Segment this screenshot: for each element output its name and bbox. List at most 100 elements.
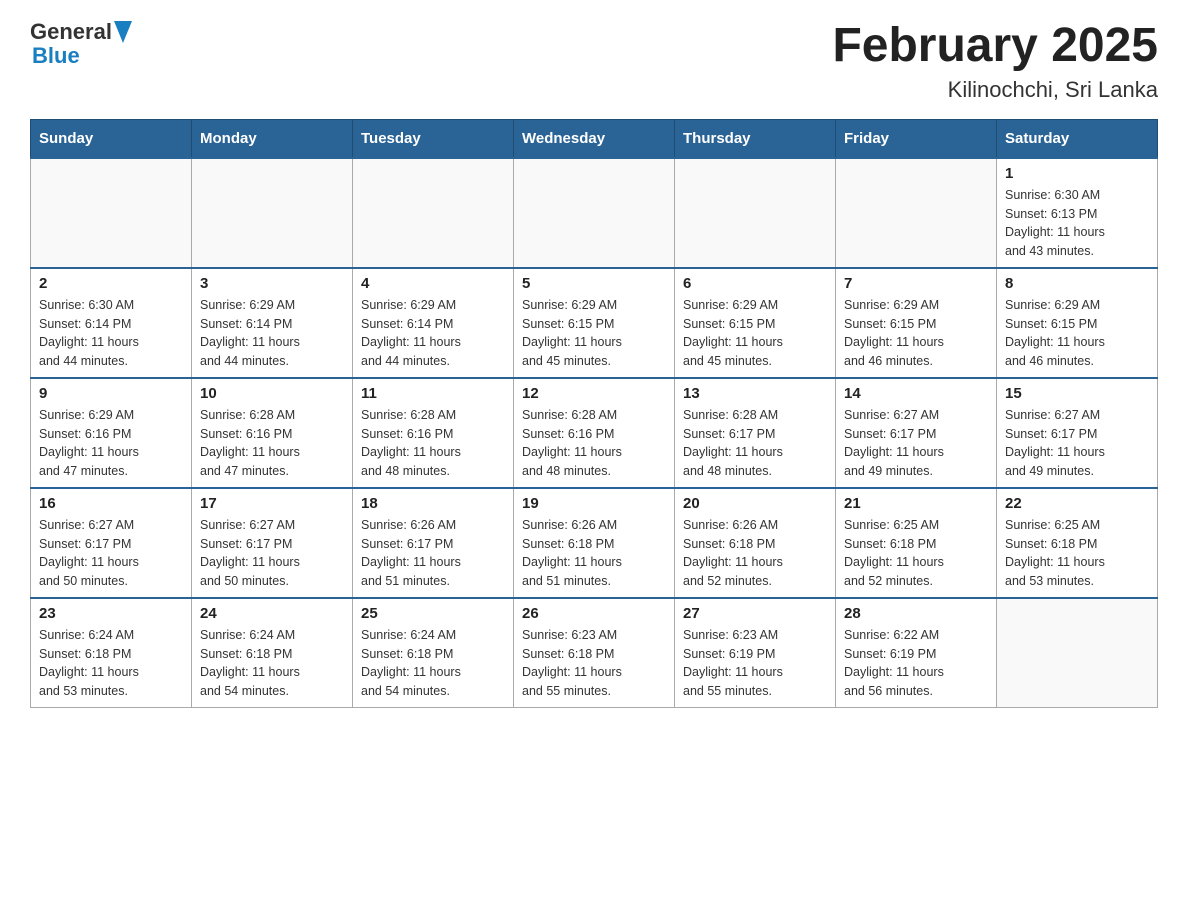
day-info: Sunrise: 6:26 AM Sunset: 6:17 PM Dayligh…: [361, 516, 505, 591]
day-info: Sunrise: 6:27 AM Sunset: 6:17 PM Dayligh…: [200, 516, 344, 591]
calendar-cell: 3Sunrise: 6:29 AM Sunset: 6:14 PM Daylig…: [192, 268, 353, 378]
calendar-cell: 20 Sunrise: 6:26 AM Sunset: 6:18 PM Dayli…: [675, 488, 836, 598]
calendar-cell: [31, 158, 192, 268]
calendar-cell: 7Sunrise: 6:29 AM Sunset: 6:15 PM Daylig…: [836, 268, 997, 378]
calendar-cell: [192, 158, 353, 268]
calendar-cell: 4 Sunrise: 6:29 AM Sunset: 6:14 PM Daylig…: [353, 268, 514, 378]
calendar-cell: 25Sunrise: 6:24 AM Sunset: 6:18 PM Dayli…: [353, 598, 514, 708]
title-block: February 2025 Kilinochchi, Sri Lanka: [832, 20, 1158, 103]
calendar-cell: 28 Sunrise: 6:22 AM Sunset: 6:19 PM Dayli…: [836, 598, 997, 708]
day-info: Sunrise: 6:29 AM Sunset: 6:14 PM Dayligh…: [361, 296, 505, 371]
logo-triangle-icon: [114, 21, 132, 43]
calendar-cell: 2 Sunrise: 6:30 AM Sunset: 6:14 PM Daylig…: [31, 268, 192, 378]
day-number: 24: [200, 605, 344, 622]
calendar-cell: [514, 158, 675, 268]
calendar-cell: 16 Sunrise: 6:27 AM Sunset: 6:17 PM Dayli…: [31, 488, 192, 598]
calendar-cell: 15 Sunrise: 6:27 AM Sunset: 6:17 PM Dayli…: [997, 378, 1158, 488]
calendar-table: SundayMondayTuesdayWednesdayThursdayFrid…: [30, 119, 1158, 708]
day-number: 28: [844, 605, 988, 622]
calendar-header-sunday: Sunday: [31, 119, 192, 158]
day-number: 16: [39, 495, 183, 512]
day-number: 8: [1005, 275, 1149, 292]
day-info: Sunrise: 6:27 AM Sunset: 6:17 PM Dayligh…: [1005, 406, 1149, 481]
day-info: Sunrise: 6:29 AM Sunset: 6:15 PM Dayligh…: [844, 296, 988, 371]
calendar-cell: 10 Sunrise: 6:28 AM Sunset: 6:16 PM Dayli…: [192, 378, 353, 488]
week-row-2: 2 Sunrise: 6:30 AM Sunset: 6:14 PM Daylig…: [31, 268, 1158, 378]
day-info: Sunrise: 6:26 AM Sunset: 6:18 PM Dayligh…: [683, 516, 827, 591]
day-number: 23: [39, 605, 183, 622]
calendar-cell: [353, 158, 514, 268]
logo-blue-text: Blue: [32, 44, 132, 68]
day-info: Sunrise: 6:23 AM Sunset: 6:18 PM Dayligh…: [522, 626, 666, 701]
day-number: 9: [39, 385, 183, 402]
calendar-header-friday: Friday: [836, 119, 997, 158]
day-number: 15: [1005, 385, 1149, 402]
calendar-cell: 11Sunrise: 6:28 AM Sunset: 6:16 PM Dayli…: [353, 378, 514, 488]
calendar-header-row: SundayMondayTuesdayWednesdayThursdayFrid…: [31, 119, 1158, 158]
day-info: Sunrise: 6:30 AM Sunset: 6:13 PM Dayligh…: [1005, 186, 1149, 261]
day-info: Sunrise: 6:29 AM Sunset: 6:16 PM Dayligh…: [39, 406, 183, 481]
calendar-cell: 18 Sunrise: 6:26 AM Sunset: 6:17 PM Dayli…: [353, 488, 514, 598]
day-info: Sunrise: 6:30 AM Sunset: 6:14 PM Dayligh…: [39, 296, 183, 371]
page-subtitle: Kilinochchi, Sri Lanka: [832, 77, 1158, 103]
page-title: February 2025: [832, 20, 1158, 73]
calendar-cell: 6Sunrise: 6:29 AM Sunset: 6:15 PM Daylig…: [675, 268, 836, 378]
calendar-cell: 12Sunrise: 6:28 AM Sunset: 6:16 PM Dayli…: [514, 378, 675, 488]
day-info: Sunrise: 6:26 AM Sunset: 6:18 PM Dayligh…: [522, 516, 666, 591]
day-number: 21: [844, 495, 988, 512]
day-info: Sunrise: 6:25 AM Sunset: 6:18 PM Dayligh…: [1005, 516, 1149, 591]
day-number: 27: [683, 605, 827, 622]
day-number: 1: [1005, 165, 1149, 182]
calendar-cell: 8 Sunrise: 6:29 AM Sunset: 6:15 PM Daylig…: [997, 268, 1158, 378]
day-info: Sunrise: 6:29 AM Sunset: 6:14 PM Dayligh…: [200, 296, 344, 371]
calendar-cell: [675, 158, 836, 268]
day-info: Sunrise: 6:24 AM Sunset: 6:18 PM Dayligh…: [39, 626, 183, 701]
calendar-header-tuesday: Tuesday: [353, 119, 514, 158]
day-info: Sunrise: 6:24 AM Sunset: 6:18 PM Dayligh…: [200, 626, 344, 701]
day-number: 18: [361, 495, 505, 512]
day-number: 10: [200, 385, 344, 402]
day-number: 17: [200, 495, 344, 512]
page-header: General Blue February 2025 Kilinochchi, …: [30, 20, 1158, 103]
day-number: 11: [361, 385, 505, 402]
day-info: Sunrise: 6:29 AM Sunset: 6:15 PM Dayligh…: [522, 296, 666, 371]
calendar-cell: 26 Sunrise: 6:23 AM Sunset: 6:18 PM Dayli…: [514, 598, 675, 708]
day-info: Sunrise: 6:28 AM Sunset: 6:17 PM Dayligh…: [683, 406, 827, 481]
day-number: 4: [361, 275, 505, 292]
week-row-5: 23 Sunrise: 6:24 AM Sunset: 6:18 PM Dayli…: [31, 598, 1158, 708]
week-row-4: 16 Sunrise: 6:27 AM Sunset: 6:17 PM Dayli…: [31, 488, 1158, 598]
day-info: Sunrise: 6:28 AM Sunset: 6:16 PM Dayligh…: [200, 406, 344, 481]
day-info: Sunrise: 6:25 AM Sunset: 6:18 PM Dayligh…: [844, 516, 988, 591]
calendar-cell: 13Sunrise: 6:28 AM Sunset: 6:17 PM Dayli…: [675, 378, 836, 488]
day-info: Sunrise: 6:29 AM Sunset: 6:15 PM Dayligh…: [1005, 296, 1149, 371]
day-info: Sunrise: 6:23 AM Sunset: 6:19 PM Dayligh…: [683, 626, 827, 701]
week-row-1: 1 Sunrise: 6:30 AM Sunset: 6:13 PM Daylig…: [31, 158, 1158, 268]
day-info: Sunrise: 6:29 AM Sunset: 6:15 PM Dayligh…: [683, 296, 827, 371]
calendar-header-monday: Monday: [192, 119, 353, 158]
calendar-cell: 14Sunrise: 6:27 AM Sunset: 6:17 PM Dayli…: [836, 378, 997, 488]
calendar-cell: [836, 158, 997, 268]
day-number: 12: [522, 385, 666, 402]
calendar-cell: 24 Sunrise: 6:24 AM Sunset: 6:18 PM Dayli…: [192, 598, 353, 708]
day-info: Sunrise: 6:27 AM Sunset: 6:17 PM Dayligh…: [39, 516, 183, 591]
calendar-header-wednesday: Wednesday: [514, 119, 675, 158]
day-number: 26: [522, 605, 666, 622]
logo-general-text: General: [30, 20, 112, 44]
calendar-cell: 21 Sunrise: 6:25 AM Sunset: 6:18 PM Dayli…: [836, 488, 997, 598]
day-number: 5: [522, 275, 666, 292]
day-number: 19: [522, 495, 666, 512]
calendar-cell: 5 Sunrise: 6:29 AM Sunset: 6:15 PM Daylig…: [514, 268, 675, 378]
day-info: Sunrise: 6:27 AM Sunset: 6:17 PM Dayligh…: [844, 406, 988, 481]
day-number: 20: [683, 495, 827, 512]
calendar-cell: 23 Sunrise: 6:24 AM Sunset: 6:18 PM Dayli…: [31, 598, 192, 708]
day-number: 2: [39, 275, 183, 292]
calendar-header-saturday: Saturday: [997, 119, 1158, 158]
calendar-cell: 1 Sunrise: 6:30 AM Sunset: 6:13 PM Daylig…: [997, 158, 1158, 268]
day-number: 25: [361, 605, 505, 622]
day-info: Sunrise: 6:22 AM Sunset: 6:19 PM Dayligh…: [844, 626, 988, 701]
calendar-cell: 17 Sunrise: 6:27 AM Sunset: 6:17 PM Dayli…: [192, 488, 353, 598]
logo: General Blue: [30, 20, 132, 68]
calendar-cell: 9 Sunrise: 6:29 AM Sunset: 6:16 PM Daylig…: [31, 378, 192, 488]
day-number: 22: [1005, 495, 1149, 512]
calendar-cell: 19 Sunrise: 6:26 AM Sunset: 6:18 PM Dayli…: [514, 488, 675, 598]
